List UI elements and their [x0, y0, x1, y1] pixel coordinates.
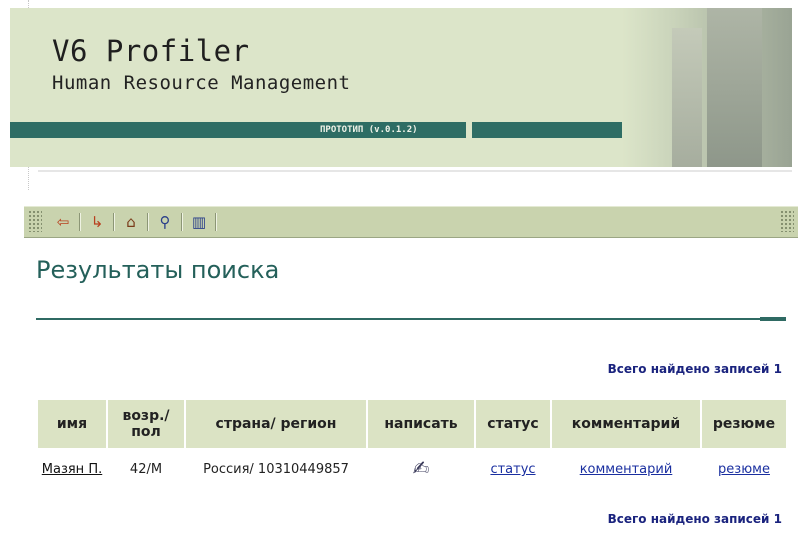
app-subtitle: Human Resource Management	[52, 72, 351, 94]
home-button[interactable]: ⌂	[120, 211, 142, 233]
page-title: Результаты поиска	[36, 256, 280, 284]
magnifier-icon: ⚲	[159, 212, 171, 231]
toolbar: ⇦ ↳ ⌂ ⚲ ▥	[24, 206, 798, 238]
cell-write: ✍	[367, 448, 476, 492]
results-table: имя возр./ пол страна/ регион написать с…	[38, 400, 786, 492]
column-header-age-sex: возр./ пол	[107, 400, 186, 448]
header-banner: V6 Profiler Human Resource Management ПР…	[10, 8, 792, 167]
column-header-name: имя	[38, 400, 108, 448]
return-button[interactable]: ↳	[86, 211, 108, 233]
home-icon: ⌂	[126, 212, 136, 231]
version-bar: ПРОТОТИП (v.0.1.2)	[10, 122, 622, 138]
toolbar-separator	[181, 213, 183, 231]
table-header-row: имя возр./ пол страна/ регион написать с…	[38, 400, 786, 448]
columns-button[interactable]: ▥	[188, 211, 210, 233]
cell-name: Мазян П.	[38, 448, 108, 492]
column-header-resume: резюме	[701, 400, 786, 448]
arrow-back-icon: ⇦	[56, 212, 70, 231]
toolbar-separator	[147, 213, 149, 231]
banner-photo-shape	[672, 28, 702, 167]
banner-photo-shape	[707, 8, 762, 167]
version-bar-cap	[466, 122, 472, 138]
total-records-bottom: Всего найдено записей 1	[607, 512, 782, 526]
arrow-return-icon: ↳	[90, 212, 104, 231]
toolbar-grip-right[interactable]	[780, 210, 794, 232]
column-header-comment: комментарий	[551, 400, 702, 448]
candidate-name-link[interactable]: Мазян П.	[42, 462, 102, 477]
cell-status: статус	[475, 448, 552, 492]
column-header-status: статус	[475, 400, 552, 448]
banner-divider	[38, 170, 792, 172]
banner-photo	[622, 8, 792, 167]
version-label: ПРОТОТИП (v.0.1.2)	[320, 122, 470, 138]
search-button[interactable]: ⚲	[154, 211, 176, 233]
resume-link[interactable]: резюме	[718, 462, 770, 477]
column-header-write: написать	[367, 400, 476, 448]
app-title: V6 Profiler	[52, 34, 250, 68]
status-link[interactable]: статус	[490, 462, 535, 477]
heading-rule-end	[760, 317, 786, 321]
columns-icon: ▥	[191, 212, 207, 231]
cell-resume: резюме	[701, 448, 786, 492]
toolbar-separator	[215, 213, 217, 231]
back-button[interactable]: ⇦	[52, 211, 74, 233]
toolbar-separator	[79, 213, 81, 231]
table-row: Мазян П. 42/М Россия/ 10310449857 ✍ стат…	[38, 448, 786, 492]
total-records-top: Всего найдено записей 1	[607, 362, 782, 376]
heading-rule	[36, 318, 760, 320]
toolbar-separator	[113, 213, 115, 231]
cell-country-region: Россия/ 10310449857	[185, 448, 368, 492]
cell-age-sex: 42/М	[107, 448, 186, 492]
comment-link[interactable]: комментарий	[580, 462, 673, 477]
toolbar-grip-left[interactable]	[28, 210, 42, 232]
pencil-check-icon[interactable]: ✍	[413, 456, 430, 480]
column-header-country-region: страна/ регион	[185, 400, 368, 448]
cell-comment: комментарий	[551, 448, 702, 492]
